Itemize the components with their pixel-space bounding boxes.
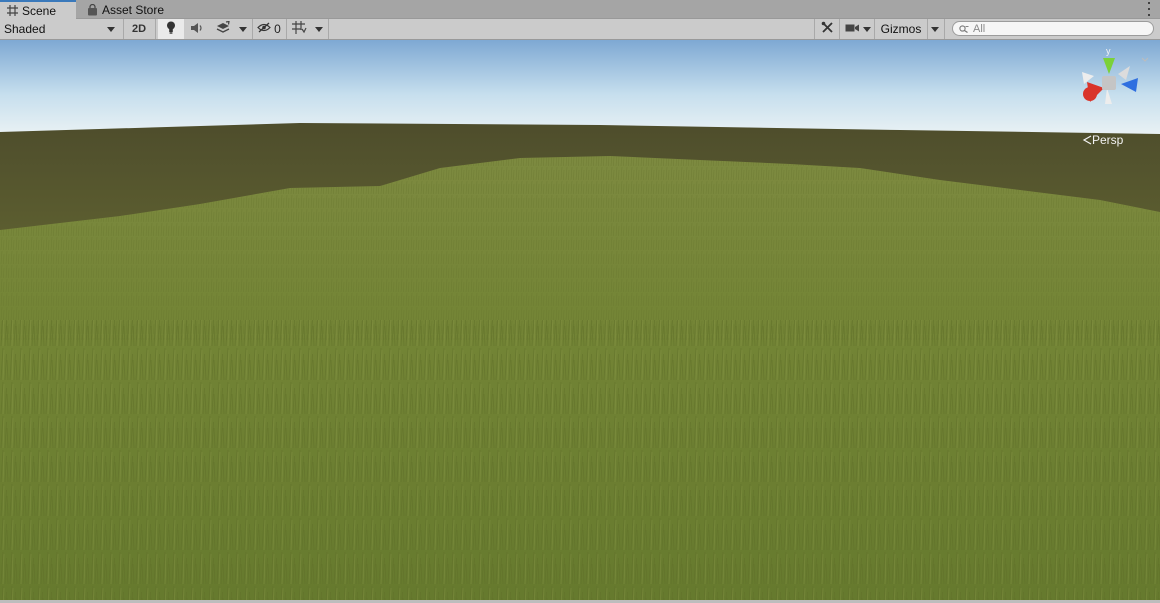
audio-toggle[interactable] bbox=[185, 19, 209, 39]
axis-y-label: y bbox=[1106, 46, 1111, 56]
tab-label: Asset Store bbox=[102, 2, 165, 17]
hash-grid-icon bbox=[6, 5, 18, 17]
toggle-2d-button[interactable]: 2D bbox=[126, 19, 152, 39]
effects-dropdown[interactable] bbox=[236, 19, 250, 39]
chevron-down-icon bbox=[931, 26, 939, 32]
grid-dropdown[interactable] bbox=[312, 19, 326, 39]
more-options-icon[interactable] bbox=[1146, 2, 1152, 16]
draw-mode-dropdown[interactable]: Shaded bbox=[0, 19, 121, 39]
tab-asset-store[interactable]: Asset Store bbox=[80, 0, 180, 19]
camera-dropdown[interactable] bbox=[861, 19, 873, 39]
projection-toggle[interactable]: Persp bbox=[1082, 133, 1123, 147]
search-input[interactable] bbox=[973, 22, 1143, 35]
speaker-icon bbox=[190, 22, 204, 37]
tab-bar: Scene Asset Store bbox=[0, 0, 1160, 19]
orientation-gizmo[interactable]: y bbox=[1078, 44, 1149, 117]
hidden-count: 0 bbox=[274, 22, 281, 36]
tab-label: Scene bbox=[22, 3, 57, 18]
chevron-down-icon bbox=[239, 26, 247, 32]
scene-render bbox=[0, 40, 1160, 600]
chevron-left-icon bbox=[1082, 135, 1092, 145]
wrench-cross-icon bbox=[821, 21, 834, 37]
tab-scene[interactable]: Scene bbox=[0, 0, 76, 19]
chevron-down-icon bbox=[315, 26, 323, 32]
effects-toggle[interactable] bbox=[210, 19, 236, 39]
camera-icon bbox=[845, 22, 860, 36]
scene-viewport[interactable]: y Persp bbox=[0, 40, 1160, 600]
projection-label: Persp bbox=[1092, 133, 1124, 147]
eye-slash-icon bbox=[257, 22, 272, 36]
chevron-down-icon bbox=[863, 26, 871, 32]
grid-toggle[interactable] bbox=[288, 19, 310, 39]
gizmos-button[interactable]: Gizmos bbox=[876, 19, 926, 39]
shopping-bag-icon bbox=[86, 3, 98, 16]
draw-mode-label: Shaded bbox=[4, 22, 46, 36]
lightbulb-icon bbox=[166, 21, 176, 37]
grid-snap-icon bbox=[291, 21, 307, 37]
scene-search-field[interactable] bbox=[952, 21, 1154, 36]
chevron-down-icon bbox=[107, 26, 115, 32]
gizmos-dropdown[interactable] bbox=[928, 19, 942, 39]
search-icon bbox=[959, 22, 969, 36]
scene-camera-button[interactable] bbox=[842, 19, 862, 39]
layers-icon bbox=[216, 20, 231, 37]
lighting-toggle[interactable] bbox=[158, 19, 184, 39]
component-tools-button[interactable] bbox=[816, 19, 838, 39]
hidden-objects-toggle[interactable]: 0 bbox=[254, 19, 284, 39]
